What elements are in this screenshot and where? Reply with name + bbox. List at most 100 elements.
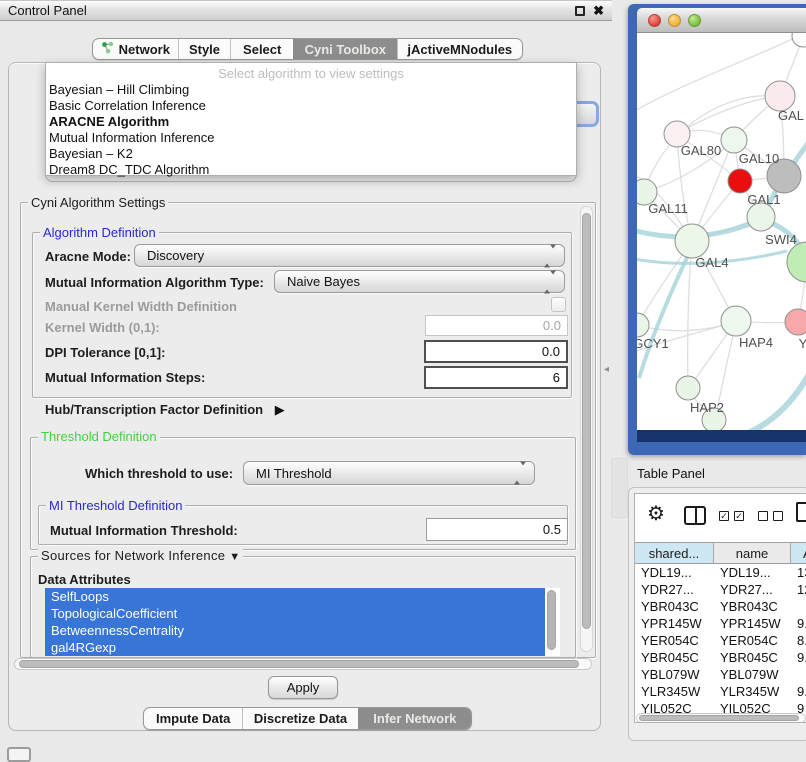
- network-node[interactable]: [637, 313, 649, 337]
- network-node[interactable]: [785, 309, 806, 335]
- table-hscrollbar-track[interactable]: [636, 713, 806, 723]
- splitter-collapse-icon[interactable]: ◂: [604, 364, 609, 375]
- attribute-item-selfloops[interactable]: SelfLoops: [45, 588, 545, 605]
- dpi-tolerance-field[interactable]: 0.0: [424, 340, 568, 363]
- checked-column-icon[interactable]: ✓: [719, 511, 729, 521]
- split-view-icon[interactable]: [684, 506, 706, 525]
- table-row[interactable]: YBR045CYBR045C9.: [635, 649, 806, 666]
- network-node-label: GAL10: [739, 151, 779, 166]
- which-threshold-label: Which threshold to use:: [85, 466, 233, 481]
- table-hscrollbar-thumb[interactable]: [639, 715, 799, 721]
- minimize-traffic-light-icon[interactable]: [668, 14, 681, 27]
- column-header-name[interactable]: name: [714, 542, 791, 564]
- network-node[interactable]: [675, 224, 709, 258]
- table-row[interactable]: YBR043CYBR043C: [635, 598, 806, 615]
- table-row[interactable]: YIL052CYIL052C9: [635, 700, 806, 713]
- table-row[interactable]: YDR27...YDR27...12: [635, 581, 806, 598]
- algorithm-item-bayesian-hill-climbing[interactable]: Bayesian – Hill Climbing: [46, 82, 576, 98]
- table-cell: YDL19...: [720, 564, 791, 581]
- algorithm-dropdown-popup: Select algorithm to view settings Bayesi…: [45, 62, 577, 176]
- document-icon[interactable]: [796, 502, 806, 522]
- attribute-item-betweennesscentrality[interactable]: BetweennessCentrality: [45, 622, 545, 639]
- table-cell: [797, 598, 806, 615]
- network-canvas[interactable]: GALGAL80GAL10GAL1GAL11SWI4GAL4GCY1HAP4YH…: [637, 33, 806, 430]
- table-row[interactable]: YPR145WYPR145W9.: [635, 615, 806, 632]
- algorithm-item-aracne-algorithm[interactable]: ARACNE Algorithm: [46, 114, 576, 130]
- settings-scrollbar-thumb[interactable]: [582, 213, 591, 629]
- network-node[interactable]: [747, 203, 775, 231]
- checked-column-icon[interactable]: ✓: [734, 511, 744, 521]
- combo-spinner-icon: [514, 466, 526, 481]
- gear-icon[interactable]: ⚙: [647, 504, 665, 524]
- attribute-item-gal4rgexp[interactable]: gal4RGexp: [45, 639, 545, 656]
- settings-scrollbar-track[interactable]: [580, 206, 593, 652]
- mi-type-value: Naive Bayes: [287, 274, 360, 289]
- unchecked-column-icon[interactable]: [758, 511, 768, 521]
- network-node-label: GAL4: [695, 255, 728, 270]
- table-row[interactable]: YLR345WYLR345W9.: [635, 683, 806, 700]
- table-row[interactable]: YDL19... YDL19... 13: [635, 564, 806, 581]
- aracne-mode-combo[interactable]: Discovery: [134, 244, 565, 267]
- expand-arrow-icon[interactable]: ▶: [275, 402, 285, 417]
- tab-infer-network[interactable]: Infer Network: [358, 708, 471, 729]
- tab-label: Cyni Toolbox: [305, 42, 386, 57]
- mi-type-combo[interactable]: Naive Bayes: [274, 270, 565, 293]
- algorithm-item-dream8-dc-tdc-algorithm[interactable]: Dream8 DC_TDC Algorithm: [46, 162, 576, 178]
- network-node[interactable]: [792, 33, 806, 47]
- close-icon[interactable]: ✖: [593, 6, 604, 16]
- manual-kernel-checkbox[interactable]: [551, 297, 566, 312]
- table-row[interactable]: YER054CYER054C8.: [635, 632, 806, 649]
- network-node[interactable]: [765, 81, 795, 111]
- table-cell: YDL19...: [641, 564, 714, 581]
- attributes-scrollbar-thumb[interactable]: [547, 590, 556, 650]
- tab-label: Discretize Data: [254, 711, 347, 726]
- control-panel-titlebar: Control Panel ✖: [0, 0, 612, 21]
- panel-splitter-handle[interactable]: [611, 458, 628, 518]
- settings-hscrollbar-track[interactable]: [14, 658, 592, 670]
- column-header-shared[interactable]: shared...: [635, 542, 714, 564]
- network-window-bottom-bar: [637, 430, 806, 442]
- network-node[interactable]: [728, 169, 752, 193]
- tab-select[interactable]: Select: [230, 39, 293, 59]
- algorithm-item-basic-correlation-inference[interactable]: Basic Correlation Inference: [46, 98, 576, 114]
- hub-definition-row[interactable]: Hub/Transcription Factor Definition ▶: [45, 402, 285, 418]
- which-threshold-combo[interactable]: MI Threshold: [243, 461, 535, 485]
- mi-steps-field[interactable]: 6: [424, 366, 568, 389]
- table-row[interactable]: YBL079WYBL079W: [635, 666, 806, 683]
- close-traffic-light-icon[interactable]: [648, 14, 661, 27]
- column-header-a[interactable]: A: [791, 542, 806, 564]
- network-window-titlebar[interactable]: [637, 8, 806, 33]
- data-attributes-items: SelfLoopsTopologicalCoefficientBetweenne…: [45, 588, 545, 656]
- collapse-arrow-icon[interactable]: ▼: [229, 551, 240, 563]
- tab-discretize-data[interactable]: Discretize Data: [242, 708, 357, 729]
- table-cell: [797, 666, 806, 683]
- mi-threshold-field[interactable]: 0.5: [426, 518, 568, 541]
- table-cell: YPR145W: [641, 615, 714, 632]
- settings-hscrollbar-thumb[interactable]: [19, 660, 579, 668]
- minimized-panel-icon[interactable]: [7, 747, 31, 762]
- algorithm-item-bayesian-k2[interactable]: Bayesian – K2: [46, 146, 576, 162]
- network-node[interactable]: [787, 242, 806, 282]
- tab-style[interactable]: Style: [178, 39, 231, 59]
- apply-button[interactable]: Apply: [268, 676, 338, 699]
- zoom-traffic-light-icon[interactable]: [688, 14, 701, 27]
- tab-network[interactable]: Network: [93, 39, 178, 59]
- tab-impute-data[interactable]: Impute Data: [144, 708, 242, 729]
- unchecked-column-icon[interactable]: [773, 511, 783, 521]
- sources-group-title: Sources for Network Inference ▼: [38, 549, 243, 564]
- tab-jactivemnodules[interactable]: jActiveMNodules: [397, 39, 522, 59]
- network-node[interactable]: [676, 376, 700, 400]
- network-node[interactable]: [721, 127, 747, 153]
- hub-definition-label: Hub/Transcription Factor Definition: [45, 402, 263, 417]
- network-node[interactable]: [721, 306, 751, 336]
- float-window-icon[interactable]: [575, 6, 585, 16]
- tab-label: Impute Data: [156, 711, 230, 726]
- attribute-item-topologicalcoefficient[interactable]: TopologicalCoefficient: [45, 605, 545, 622]
- network-window: GALGAL80GAL10GAL1GAL11SWI4GAL4GCY1HAP4YH…: [628, 4, 806, 455]
- tab-cyni-toolbox[interactable]: Cyni Toolbox: [293, 39, 397, 59]
- table-panel-inner: ⚙ ✓ ✓ shared...nameA YDL19...YDL19...13Y…: [634, 493, 806, 723]
- table-cell: 13: [797, 564, 806, 581]
- network-graph: GALGAL80GAL10GAL1GAL11SWI4GAL4GCY1HAP4YH…: [637, 33, 806, 430]
- algorithm-item-mutual-information-inference[interactable]: Mutual Information Inference: [46, 130, 576, 146]
- kernel-width-field[interactable]: 0.0: [425, 315, 568, 336]
